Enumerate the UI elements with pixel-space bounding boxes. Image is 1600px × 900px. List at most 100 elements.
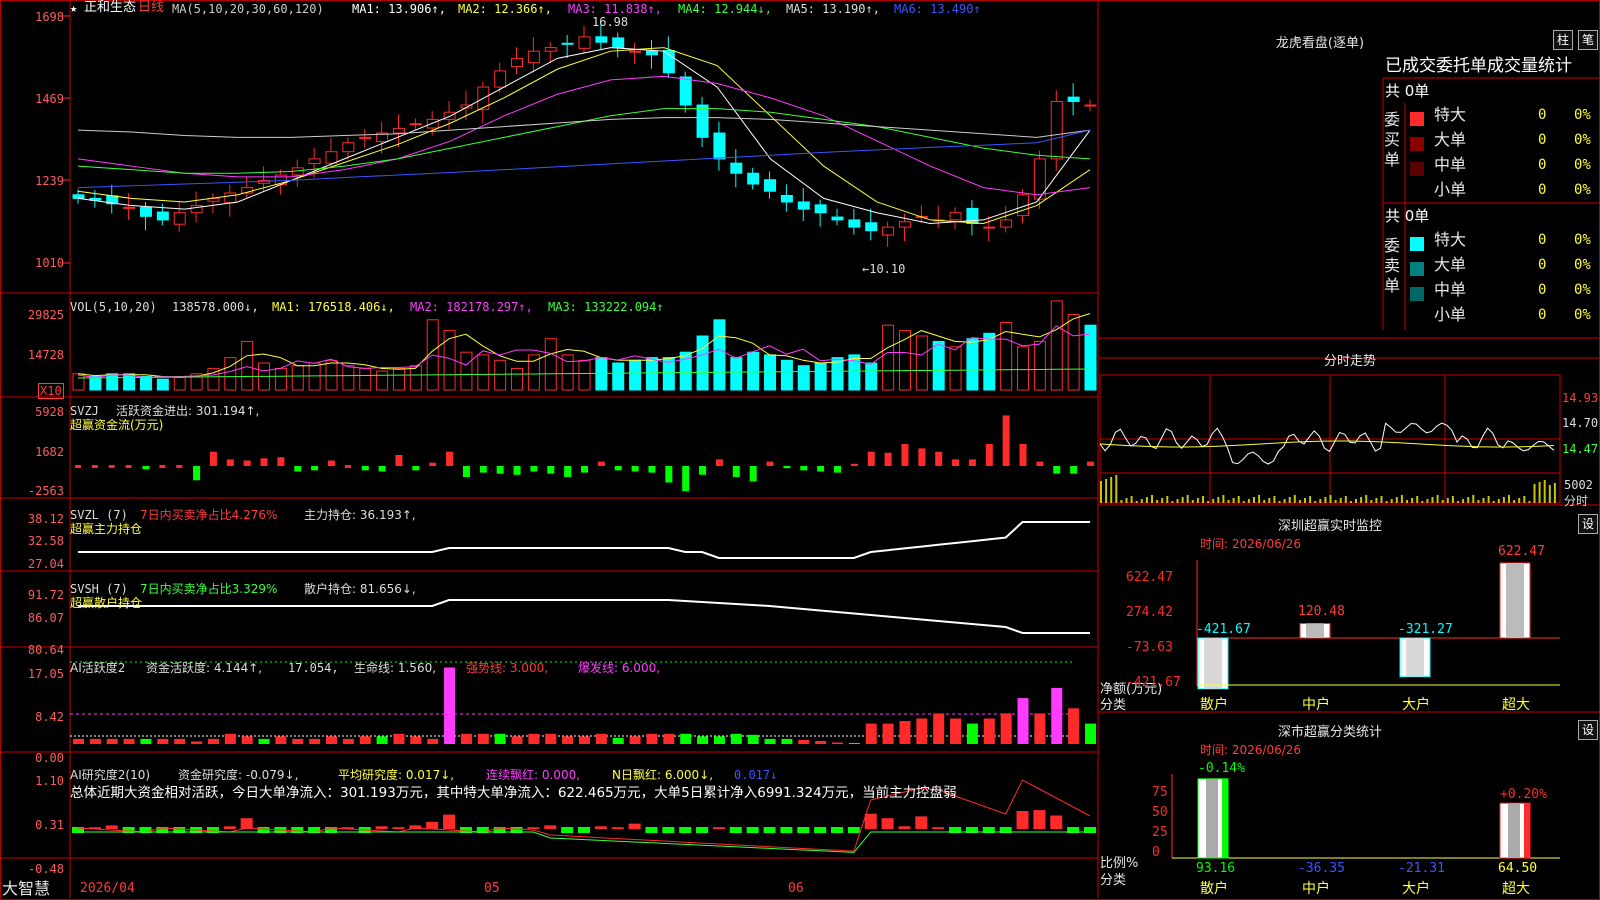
minute-volume-bar bbox=[1528, 501, 1531, 503]
minute-volume-bar bbox=[1370, 500, 1373, 503]
row-percent: 0% bbox=[1574, 257, 1591, 273]
activity-bar bbox=[1051, 687, 1063, 744]
minute-vol-unit: 分时 bbox=[1564, 494, 1589, 508]
candle-down bbox=[1067, 96, 1080, 102]
activity-bar bbox=[309, 738, 321, 744]
minute-volume-bar bbox=[1482, 498, 1485, 503]
svsh-axis-label: 80.64 bbox=[27, 643, 64, 657]
fund-flow-bar bbox=[952, 459, 960, 466]
candle-up bbox=[173, 212, 186, 225]
minute-volume-bar bbox=[1462, 499, 1465, 503]
activity-bar bbox=[764, 738, 776, 744]
activity-bar bbox=[207, 738, 219, 744]
activity-bar bbox=[966, 723, 978, 744]
candle-up bbox=[949, 212, 962, 221]
bar-mode-button[interactable]: 柱 bbox=[1553, 30, 1573, 50]
fund-flow-bar bbox=[193, 466, 201, 481]
minute-volume-bar bbox=[1196, 498, 1199, 503]
sz-class-axis-label: 50 bbox=[1152, 805, 1168, 820]
svzl-ratio: 7日内买卖净占比4.276% bbox=[140, 508, 278, 522]
activity-bar bbox=[950, 718, 962, 744]
sz-class-settings-button[interactable]: 设 bbox=[1578, 720, 1598, 740]
brand-logo[interactable]: 大智慧 bbox=[2, 880, 50, 898]
date-axis-label: 06 bbox=[788, 881, 804, 896]
activity-bar bbox=[545, 733, 557, 744]
research-bar bbox=[544, 825, 557, 829]
volume-bar bbox=[915, 335, 928, 391]
minute-volume-bar bbox=[1278, 501, 1281, 503]
minute-volume-bar bbox=[1125, 498, 1128, 503]
minute-volume-bar bbox=[1380, 496, 1383, 503]
candle-up bbox=[898, 221, 911, 228]
minute-volume-bar bbox=[1477, 500, 1480, 503]
minute-volume-bar bbox=[1400, 495, 1403, 503]
dragon-title: 龙虎看盘(逐单) bbox=[1275, 36, 1365, 51]
research-bar bbox=[932, 827, 945, 829]
vol-ma2: MA2: 182178.297↑, bbox=[410, 300, 533, 314]
svsh-hold: 散户持仓: 81.656↓, bbox=[304, 582, 416, 596]
minute-volume-bar bbox=[1513, 500, 1516, 503]
fund-flow-bar bbox=[361, 466, 369, 471]
pen-mode-button[interactable]: 笔 bbox=[1578, 30, 1598, 50]
minute-volume-bar bbox=[1247, 499, 1250, 503]
minute-volume-bar bbox=[1293, 495, 1296, 503]
row-label: 特大 bbox=[1434, 230, 1467, 249]
svzj-value: 活跃资金进出: 301.194↑, bbox=[116, 404, 260, 418]
volume-bar bbox=[291, 365, 304, 391]
volume-bar bbox=[139, 376, 152, 391]
period-label[interactable]: 日线 bbox=[138, 1, 164, 15]
minute-volume-bar bbox=[1543, 480, 1546, 503]
price-axis-label: 1010 bbox=[35, 256, 64, 270]
ai2-consecutive: 连续飘红: 0.000, bbox=[486, 768, 581, 782]
research-bar bbox=[240, 818, 253, 829]
category-label: 中户 bbox=[1302, 881, 1330, 897]
svsh-title: SVSH (7) bbox=[70, 582, 128, 596]
ma1-value: MA1: 13.906↑, bbox=[352, 2, 446, 16]
minute-volume-bar bbox=[1151, 495, 1153, 503]
activity-bar bbox=[562, 736, 574, 744]
sz-class-time: 时间: 2026/06/26 bbox=[1200, 743, 1302, 757]
svzl-axis-label: 38.12 bbox=[27, 512, 64, 526]
candle-up bbox=[494, 70, 507, 88]
sz-monitor-axis-label: -73.63 bbox=[1126, 640, 1173, 655]
candle-up bbox=[409, 123, 422, 126]
volume-bar bbox=[1033, 340, 1046, 391]
minute-price-line bbox=[1099, 422, 1555, 465]
moving-average-line bbox=[77, 117, 1091, 138]
ma6-value: MA6: 13.490↑ bbox=[894, 2, 981, 16]
activity-bar bbox=[933, 713, 945, 744]
moving-average-line bbox=[77, 108, 1091, 174]
minute-volume-bar bbox=[1390, 499, 1393, 503]
main-holding-line bbox=[78, 521, 1090, 559]
minute-volume-bar bbox=[1263, 500, 1266, 503]
research-bar bbox=[662, 827, 675, 833]
research-bar bbox=[628, 823, 641, 829]
activity-bar bbox=[511, 736, 523, 744]
activity-bar bbox=[916, 718, 928, 744]
research-bar bbox=[915, 816, 928, 829]
favorite-star-icon[interactable]: ★ bbox=[70, 1, 77, 15]
dragon-tabs[interactable]: 已成交委托单成交量统计 bbox=[1385, 56, 1572, 76]
minute-volume-bar bbox=[1105, 479, 1108, 503]
sz-monitor-settings-button[interactable]: 设 bbox=[1578, 514, 1598, 534]
volume-bar bbox=[949, 346, 962, 391]
minute-volume-bar bbox=[1446, 498, 1449, 503]
ai1-strong-line: 强势线: 3.000, bbox=[466, 661, 549, 675]
stock-name[interactable]: 正和生态 bbox=[84, 1, 136, 15]
row-label: 中单 bbox=[1434, 155, 1467, 174]
research-bar bbox=[594, 826, 607, 829]
svzj-subtitle: 超赢资金流(万元) bbox=[70, 418, 164, 432]
buy-total: 共 0单 bbox=[1385, 82, 1430, 100]
ai1-lifeline: 生命线: 1.560, bbox=[354, 661, 437, 675]
activity-bar bbox=[680, 733, 692, 744]
volume-bar bbox=[477, 354, 490, 391]
activity-bar bbox=[882, 723, 894, 744]
activity-bar bbox=[832, 742, 843, 744]
fund-flow-bar bbox=[429, 462, 437, 466]
row-count: 0 bbox=[1538, 232, 1547, 248]
category-label: 散户 bbox=[1200, 697, 1228, 713]
research-bar bbox=[223, 826, 236, 829]
category-label: 超大 bbox=[1502, 881, 1530, 897]
minute-avg-line bbox=[1099, 440, 1554, 448]
activity-bar bbox=[1017, 698, 1029, 744]
